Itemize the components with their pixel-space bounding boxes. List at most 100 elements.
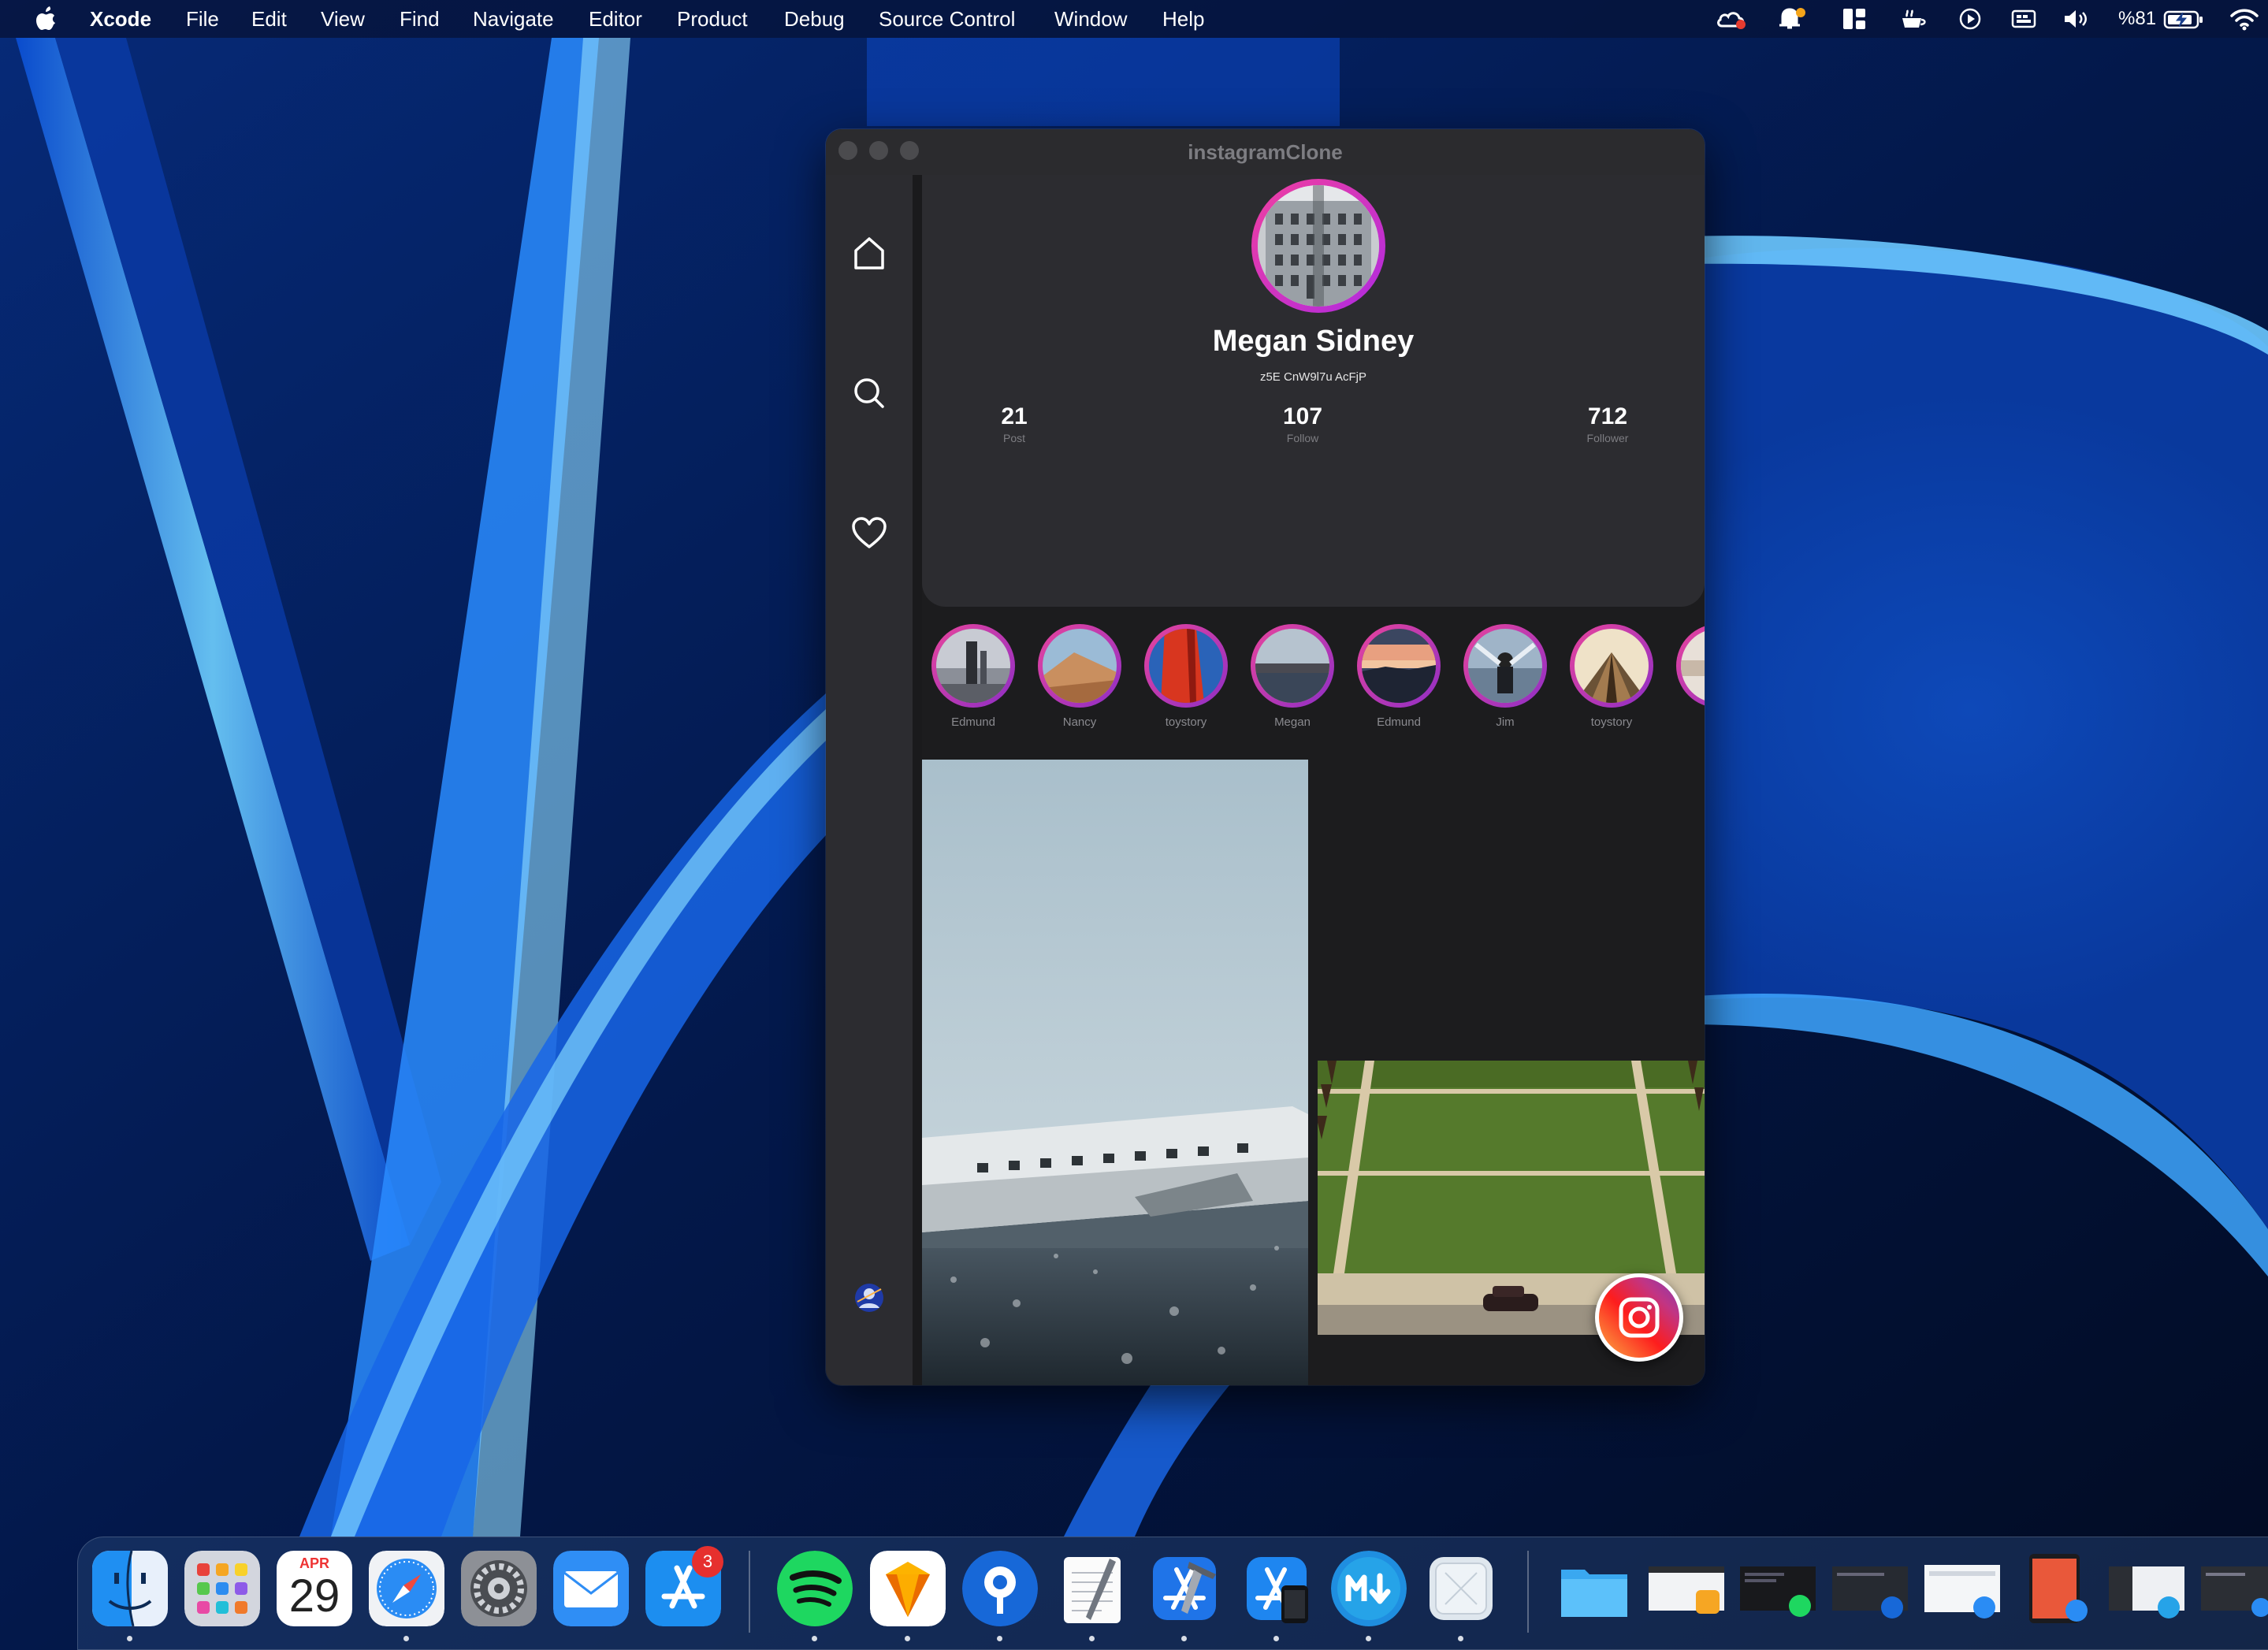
window-layout-icon[interactable] <box>1839 6 1870 32</box>
heart-icon[interactable] <box>850 514 889 553</box>
story-photo <box>1362 629 1436 703</box>
story-name: Jim <box>1496 715 1515 729</box>
home-icon[interactable] <box>850 233 889 273</box>
sourcetree-icon[interactable] <box>962 1551 1038 1626</box>
play-circle-icon[interactable] <box>1954 6 1986 32</box>
stat-follow-value: 107 <box>1282 403 1323 429</box>
notification-bell-icon[interactable] <box>1775 6 1809 32</box>
window-titlebar[interactable]: instagramClone <box>826 129 1705 176</box>
story-photo <box>936 629 1010 703</box>
safari-icon[interactable] <box>369 1551 444 1626</box>
story-item-partial[interactable] <box>1671 624 1705 734</box>
search-icon[interactable] <box>850 373 889 413</box>
stat-follower-value: 712 <box>1587 403 1628 429</box>
post-image-plane-wreck[interactable] <box>922 760 1308 1385</box>
instagram-camera-button[interactable] <box>1595 1273 1683 1362</box>
sketch-icon[interactable] <box>870 1551 946 1626</box>
window-thumbnail[interactable] <box>1832 1551 1908 1626</box>
menu-edit[interactable]: Edit <box>251 6 287 32</box>
menu-window[interactable]: Window <box>1054 6 1127 32</box>
stat-posts[interactable]: 21 Post <box>951 403 1077 444</box>
folder-icon[interactable] <box>1556 1551 1632 1626</box>
story-item[interactable]: Jim <box>1458 624 1552 734</box>
profile-handle: z5E CnW9l7u AcFjP <box>1259 370 1367 384</box>
dock-separator <box>749 1551 750 1633</box>
volume-icon[interactable] <box>2060 6 2095 32</box>
story-item[interactable]: toystory <box>1564 624 1659 734</box>
stat-posts-value: 21 <box>1001 403 1028 429</box>
story-photo <box>1255 629 1329 703</box>
story-item[interactable]: Nancy <box>1032 624 1127 734</box>
menu-find[interactable]: Find <box>400 6 440 32</box>
story-item[interactable]: toystory <box>1139 624 1233 734</box>
profile-header-card: Megan Sidney z5E CnW9l7u AcFjP 21 Post 1… <box>922 175 1705 607</box>
menu-navigate[interactable]: Navigate <box>473 6 554 32</box>
input-source-icon[interactable] <box>2008 6 2039 32</box>
story-name: Megan <box>1274 715 1311 729</box>
story-item[interactable]: Edmund <box>1352 624 1446 734</box>
menu-view[interactable]: View <box>321 6 365 32</box>
running-indicator <box>1366 1636 1371 1641</box>
app-window: instagramClone Megan Sidney z5E CnW9l7u … <box>826 129 1705 1385</box>
simulator-icon[interactable] <box>1239 1551 1314 1626</box>
story-name: Edmund <box>1377 715 1421 729</box>
menu-debug[interactable]: Debug <box>784 6 845 32</box>
running-indicator <box>997 1636 1002 1641</box>
story-name: toystory <box>1165 715 1207 729</box>
running-indicator <box>812 1636 817 1641</box>
window-thumbnail[interactable] <box>1740 1551 1816 1626</box>
mail-icon[interactable] <box>553 1551 629 1626</box>
stat-follower-label: Follower <box>1586 432 1629 444</box>
profile-avatar[interactable] <box>1251 179 1385 313</box>
spotify-icon[interactable] <box>777 1551 853 1626</box>
finder-icon[interactable] <box>92 1551 168 1626</box>
menu-editor[interactable]: Editor <box>589 6 642 32</box>
menu-source-control[interactable]: Source Control <box>879 6 1015 32</box>
launchpad-icon[interactable] <box>184 1551 260 1626</box>
window-thumbnail[interactable] <box>2201 1551 2268 1626</box>
system-preferences-icon[interactable] <box>461 1551 537 1626</box>
markdown-editor-icon[interactable] <box>1331 1551 1407 1626</box>
running-indicator <box>127 1636 132 1641</box>
menu-product[interactable]: Product <box>677 6 748 32</box>
stat-follow-label: Follow <box>1286 432 1319 444</box>
story-name: Nancy <box>1062 715 1097 729</box>
profile-name: Megan Sidney <box>1212 325 1415 358</box>
apple-menu-icon[interactable] <box>33 5 58 33</box>
window-thumbnail[interactable] <box>2109 1551 2184 1626</box>
story-photo <box>1575 629 1649 703</box>
coffee-cup-icon[interactable] <box>1896 6 1931 32</box>
story-photo <box>1043 629 1117 703</box>
sidebar-divider <box>913 175 922 1385</box>
sidebar <box>826 175 913 1385</box>
running-indicator <box>1273 1636 1279 1641</box>
window-thumbnail[interactable] <box>1649 1551 1724 1626</box>
wifi-icon[interactable] <box>2227 6 2262 32</box>
menu-app-name[interactable]: Xcode <box>90 6 151 32</box>
dock-separator <box>1527 1551 1529 1633</box>
story-photo <box>1468 629 1542 703</box>
story-photo <box>1149 629 1223 703</box>
battery-charging-icon[interactable] <box>2161 6 2208 32</box>
running-indicator <box>1181 1636 1187 1641</box>
stat-follow[interactable]: 107 Follow <box>1240 403 1366 444</box>
app-store-badge: 3 <box>692 1546 723 1578</box>
story-item[interactable]: Megan <box>1245 624 1340 734</box>
stat-posts-label: Post <box>1002 432 1025 444</box>
textedit-icon[interactable] <box>1054 1551 1130 1626</box>
preview-icon[interactable] <box>1423 1551 1499 1626</box>
menu-help[interactable]: Help <box>1162 6 1204 32</box>
menu-file[interactable]: File <box>186 6 219 32</box>
stories-row: Edmund Nancy toystory Megan Edmund Jim t… <box>922 624 1705 734</box>
story-item[interactable]: Edmund <box>926 624 1021 734</box>
menu-bar: Xcode File Edit View Find Navigate Edito… <box>0 0 2268 38</box>
calendar-icon[interactable]: APR 29 <box>277 1551 352 1626</box>
creative-cloud-icon[interactable] <box>1714 6 1749 32</box>
running-indicator <box>905 1636 910 1641</box>
window-thumbnail[interactable] <box>2017 1551 2092 1626</box>
window-thumbnail[interactable] <box>1924 1551 2000 1626</box>
xcode-icon[interactable] <box>1147 1551 1222 1626</box>
profile-avatar-icon[interactable] <box>850 1278 889 1317</box>
story-name: Edmund <box>951 715 995 729</box>
stat-follower[interactable]: 712 Follower <box>1545 403 1671 444</box>
